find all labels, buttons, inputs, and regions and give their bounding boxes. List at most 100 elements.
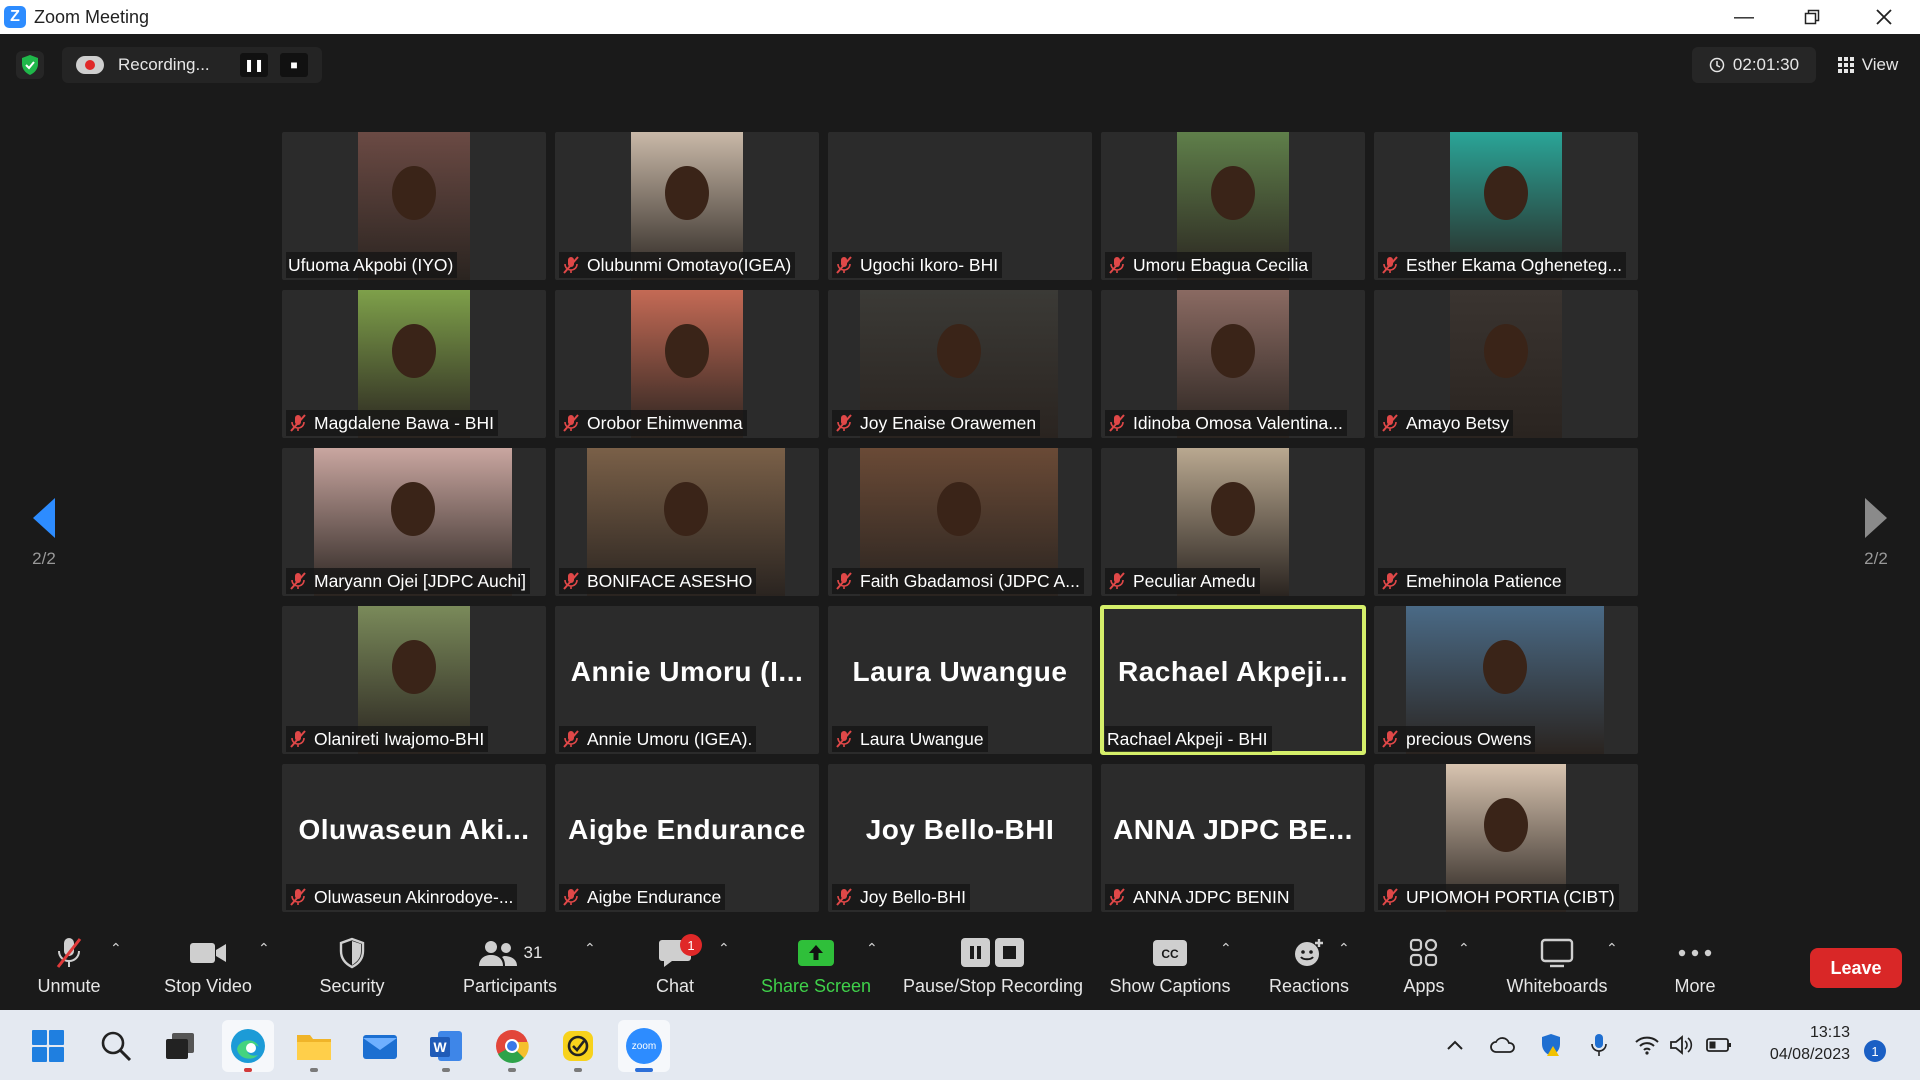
participant-tile[interactable]: Ugochi Ikoro- BHI xyxy=(828,132,1092,280)
participant-tile[interactable]: Maryann Ojei [JDPC Auchi] xyxy=(282,448,546,596)
audio-options-caret-icon[interactable]: ⌃ xyxy=(110,940,122,957)
share-screen-label: Share Screen xyxy=(760,976,872,996)
taskbar-search-button[interactable] xyxy=(90,1020,142,1072)
encryption-shield-icon[interactable] xyxy=(16,51,44,79)
apps-label: Apps xyxy=(1403,976,1445,996)
participants-caret-icon[interactable]: ⌃ xyxy=(584,940,596,957)
taskbar-norton[interactable] xyxy=(552,1020,604,1072)
participant-name-label: Joy Bello-BHI xyxy=(832,884,971,910)
participant-tile[interactable]: Ufuoma Akpobi (IYO) xyxy=(282,132,546,280)
participant-tile[interactable]: Joy Bello-BHI Joy Bello-BHI xyxy=(828,764,1092,912)
taskbar-mail[interactable] xyxy=(354,1020,406,1072)
next-page-nav[interactable]: 2/2 xyxy=(1846,497,1906,569)
participant-tile[interactable]: Idinoba Omosa Valentina... xyxy=(1101,290,1365,438)
participant-name-label: Olanireti Iwajomo-BHI xyxy=(286,726,489,752)
participants-label: Participants xyxy=(462,976,558,996)
unmute-button[interactable]: Unmute xyxy=(20,926,118,1010)
notification-badge[interactable]: 1 xyxy=(1864,1040,1886,1062)
more-button[interactable]: More xyxy=(1662,926,1728,1010)
start-button[interactable] xyxy=(22,1020,74,1072)
taskbar-zoom[interactable]: zoom xyxy=(618,1020,670,1072)
taskbar-clock[interactable]: 13:13 04/08/2023 xyxy=(1740,1022,1850,1066)
windows-taskbar: W zoom 13:13 04/08/2023 1 xyxy=(0,1010,1920,1080)
participant-name: Peculiar Amedu xyxy=(1133,570,1256,591)
share-screen-button[interactable]: Share Screen xyxy=(756,926,876,1010)
apps-caret-icon[interactable]: ⌃ xyxy=(1458,940,1470,957)
mic-muted-icon xyxy=(1380,255,1406,275)
participant-tile[interactable]: Olubunmi Omotayo(IGEA) xyxy=(555,132,819,280)
show-captions-button[interactable]: CC Show Captions xyxy=(1106,926,1234,1010)
close-button[interactable] xyxy=(1856,0,1912,34)
mic-muted-icon xyxy=(1380,887,1406,907)
whiteboards-button[interactable]: Whiteboards xyxy=(1494,926,1620,1010)
reactions-caret-icon[interactable]: ⌃ xyxy=(1338,940,1350,957)
taskbar-file-explorer[interactable] xyxy=(288,1020,340,1072)
microphone-tray-icon[interactable] xyxy=(1584,1030,1614,1060)
participant-tile[interactable]: Joy Enaise Orawemen xyxy=(828,290,1092,438)
participant-tile[interactable]: Olanireti Iwajomo-BHI xyxy=(282,606,546,754)
security-button[interactable]: Security xyxy=(302,926,402,1010)
participant-tile[interactable]: Peculiar Amedu xyxy=(1101,448,1365,596)
participant-tile[interactable]: Orobor Ehimwenma xyxy=(555,290,819,438)
participant-name-label: Magdalene Bawa - BHI xyxy=(286,410,498,436)
participant-tile[interactable]: Laura Uwangue Laura Uwangue xyxy=(828,606,1092,754)
mic-muted-icon xyxy=(1380,413,1406,433)
participant-tile[interactable]: Magdalene Bawa - BHI xyxy=(282,290,546,438)
mic-muted-icon xyxy=(56,938,82,968)
participant-tile[interactable]: Rachael Akpeji... Rachael Akpeji - BHI xyxy=(1100,605,1366,755)
pause-stop-recording-button[interactable]: Pause/Stop Recording xyxy=(900,926,1086,1010)
reactions-button[interactable]: Reactions xyxy=(1260,926,1358,1010)
mic-muted-icon xyxy=(834,887,860,907)
participant-tile[interactable]: Amayo Betsy xyxy=(1374,290,1638,438)
mic-muted-icon xyxy=(834,729,860,749)
taskbar-chrome[interactable] xyxy=(486,1020,538,1072)
participant-tile[interactable]: precious Owens xyxy=(1374,606,1638,754)
participant-tile[interactable]: Oluwaseun Aki... Oluwaseun Akinrodoye-... xyxy=(282,764,546,912)
captions-caret-icon[interactable]: ⌃ xyxy=(1220,940,1232,957)
taskbar-edge[interactable] xyxy=(222,1020,274,1072)
chat-button[interactable]: 1 Chat xyxy=(632,926,718,1010)
participants-button[interactable]: 31 Participants xyxy=(452,926,568,1010)
chat-caret-icon[interactable]: ⌃ xyxy=(718,940,730,957)
whiteboards-caret-icon[interactable]: ⌃ xyxy=(1606,940,1618,957)
apps-button[interactable]: Apps xyxy=(1394,926,1454,1010)
leave-button[interactable]: Leave xyxy=(1810,948,1902,988)
prev-page-nav[interactable]: 2/2 xyxy=(14,497,74,569)
participant-name-label: ANNA JDPC BENIN xyxy=(1105,884,1294,910)
stop-video-button[interactable]: Stop Video xyxy=(152,926,264,1010)
minimize-button[interactable]: — xyxy=(1716,0,1772,34)
participant-tile[interactable]: Esther Ekama Ogheneteg... xyxy=(1374,132,1638,280)
tray-overflow-chevron-icon[interactable] xyxy=(1440,1030,1470,1060)
share-caret-icon[interactable]: ⌃ xyxy=(866,940,878,957)
battery-icon[interactable] xyxy=(1704,1030,1734,1060)
zoom-logo-icon: Z xyxy=(4,6,26,28)
participant-tile[interactable]: Annie Umoru (I... Annie Umoru (IGEA). xyxy=(555,606,819,754)
participant-tile[interactable]: Aigbe Endurance Aigbe Endurance xyxy=(555,764,819,912)
defender-warning-icon[interactable] xyxy=(1536,1030,1566,1060)
task-view-button[interactable] xyxy=(154,1020,206,1072)
onedrive-cloud-icon[interactable] xyxy=(1488,1030,1518,1060)
participant-name-label: Annie Umoru (IGEA). xyxy=(559,726,757,752)
wifi-icon[interactable] xyxy=(1632,1030,1662,1060)
participant-tile[interactable]: UPIOMOH PORTIA (CIBT) xyxy=(1374,764,1638,912)
view-button[interactable]: View xyxy=(1826,47,1910,83)
participant-tile[interactable]: Emehinola Patience xyxy=(1374,448,1638,596)
clock-icon xyxy=(1709,57,1725,73)
taskbar-word[interactable]: W xyxy=(420,1020,472,1072)
participant-tile[interactable]: ANNA JDPC BE... ANNA JDPC BENIN xyxy=(1101,764,1365,912)
participant-name-label: precious Owens xyxy=(1378,726,1536,752)
restore-button[interactable] xyxy=(1784,0,1840,34)
participant-tile[interactable]: Umoru Ebagua Cecilia xyxy=(1101,132,1365,280)
unmute-label: Unmute xyxy=(37,976,101,996)
participant-face xyxy=(392,166,436,220)
participant-display-name: ANNA JDPC BE... xyxy=(1113,814,1353,845)
participant-name: Olubunmi Omotayo(IGEA) xyxy=(587,254,792,275)
participant-tile[interactable]: BONIFACE ASESHO xyxy=(555,448,819,596)
volume-icon[interactable] xyxy=(1666,1030,1696,1060)
norton-icon xyxy=(563,1031,593,1061)
pause-recording-button[interactable]: ❚❚ xyxy=(240,53,268,77)
video-options-caret-icon[interactable]: ⌃ xyxy=(258,940,270,957)
stop-recording-button[interactable]: ■ xyxy=(280,53,308,77)
participant-name: Idinoba Omosa Valentina... xyxy=(1133,412,1343,433)
participant-tile[interactable]: Faith Gbadamosi (JDPC A... xyxy=(828,448,1092,596)
